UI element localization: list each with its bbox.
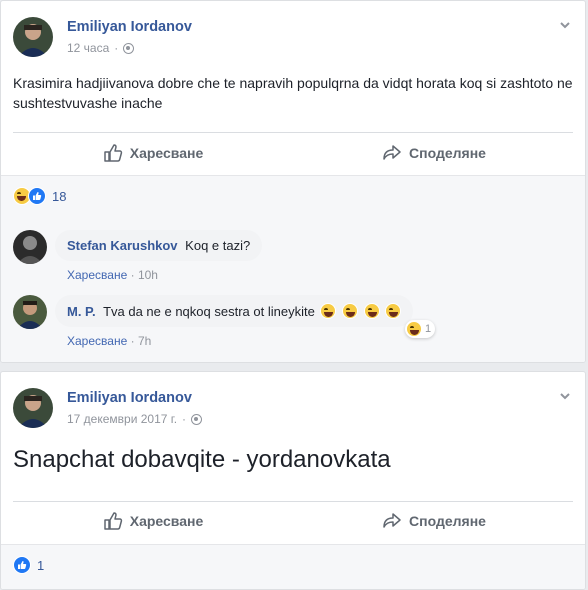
like-button[interactable]: Харесване: [13, 505, 293, 537]
share-arrow-icon: [383, 145, 401, 160]
commenter-name[interactable]: M. P.: [67, 304, 96, 319]
like-label: Харесване: [129, 145, 204, 161]
post-time[interactable]: 17 декември 2017 г.: [67, 412, 177, 426]
thumbs-up-icon: [103, 144, 122, 162]
haha-emoji-icon: [406, 321, 422, 337]
divider: [1, 175, 585, 176]
share-arrow-icon: [383, 513, 401, 528]
comment-time[interactable]: 10h: [138, 268, 158, 282]
comment-bubble: M. P. Tva da ne e nqkoq sestra ot lineyk…: [55, 295, 414, 327]
globe-icon: [191, 413, 203, 425]
like-reaction-icon: [28, 187, 46, 205]
reaction-count: 1: [37, 557, 45, 573]
thumbs-up-icon: [103, 512, 122, 530]
chevron-down-icon[interactable]: [559, 390, 571, 402]
like-button[interactable]: Харесване: [13, 137, 293, 169]
reaction-count: 18: [52, 188, 67, 204]
comment-actions: Харесване · 10h: [67, 268, 158, 282]
haha-emoji-icon: [363, 303, 380, 319]
post-time[interactable]: 12 часа: [67, 41, 109, 55]
comment-bubble: Stefan Karushkov Koq e tazi?: [55, 230, 263, 261]
reaction-summary[interactable]: 1: [13, 556, 44, 574]
post-card: Emiliyan Iordanov 17 декември 2017 г. · …: [0, 371, 586, 590]
author-name[interactable]: Emiliyan Iordanov: [67, 390, 192, 406]
reaction-summary[interactable]: 18: [13, 187, 66, 205]
haha-emoji-icon: [385, 303, 402, 319]
comment-text: Tva da ne e nqkoq sestra ot lineykite: [103, 304, 315, 319]
commenter-name[interactable]: Stefan Karushkov: [67, 238, 178, 253]
meta-separator: ·: [114, 41, 119, 55]
post-text: Krasimira hadjiivanova dobre che te napr…: [13, 75, 573, 111]
author-avatar[interactable]: [13, 17, 53, 57]
share-button[interactable]: Споделяне: [293, 137, 575, 169]
post-text: Snapchat dobavqite - yordanovkata: [13, 446, 391, 473]
like-reaction-icon: [13, 556, 31, 574]
haha-emoji-icon: [342, 303, 359, 319]
post-meta: 12 часа ·: [67, 41, 135, 55]
share-label: Споделяне: [409, 145, 486, 161]
comment-reaction-badge[interactable]: 1: [405, 320, 436, 338]
author-avatar[interactable]: [13, 388, 53, 428]
commenter-avatar[interactable]: [13, 295, 47, 329]
globe-icon: [123, 42, 135, 54]
comment-actions: Харесване · 7h: [67, 334, 151, 348]
post-card: Emiliyan Iordanov 12 часа · Krasimira ha…: [0, 0, 586, 363]
comment-like-link[interactable]: Харесване: [67, 334, 127, 348]
divider: [1, 544, 585, 545]
comment-time[interactable]: 7h: [138, 334, 151, 348]
comment-like-link[interactable]: Харесване: [67, 268, 127, 282]
comment-reaction-count: 1: [425, 323, 432, 335]
haha-emoji-icon: [320, 303, 337, 319]
reactions-bar: 1: [1, 544, 585, 589]
divider: [13, 132, 573, 133]
author-name[interactable]: Emiliyan Iordanov: [67, 19, 192, 35]
comment-text: Koq e tazi?: [185, 238, 251, 253]
comment-separator: ·: [130, 334, 135, 348]
share-label: Споделяне: [409, 513, 486, 529]
commenter-avatar[interactable]: [13, 230, 47, 264]
divider: [13, 501, 573, 502]
share-button[interactable]: Споделяне: [293, 505, 575, 537]
like-label: Харесване: [129, 513, 204, 529]
meta-separator: ·: [182, 412, 187, 426]
comment-separator: ·: [130, 268, 135, 282]
post-meta: 17 декември 2017 г. ·: [67, 412, 203, 426]
reactions-and-comments: 18 Stefan Karushkov Koq e tazi? Харесван…: [1, 175, 585, 362]
chevron-down-icon[interactable]: [559, 19, 571, 31]
